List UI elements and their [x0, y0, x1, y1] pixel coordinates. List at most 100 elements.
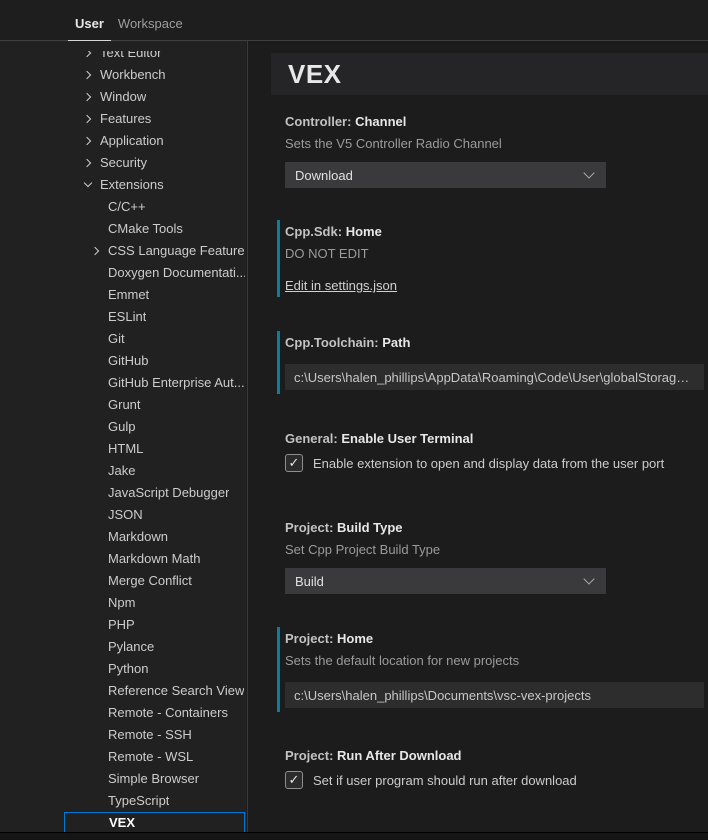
setting-cpp-sdk-home: Cpp.Sdk: Home DO NOT EDIT Edit in settin…	[277, 220, 708, 297]
sidebar-item-security[interactable]: Security	[64, 152, 245, 174]
sidebar-item-window[interactable]: Window	[64, 86, 245, 108]
sidebar-item-remote-containers[interactable]: Remote - Containers	[64, 702, 245, 724]
setting-description: Sets the V5 Controller Radio Channel	[285, 136, 708, 152]
setting-cpp-toolchain-path: Cpp.Toolchain: Path	[277, 331, 708, 394]
sidebar-item-label: Text Editor	[100, 42, 161, 64]
sidebar-item-c-c++[interactable]: C/C++	[64, 196, 245, 218]
sidebar-item-eslint[interactable]: ESLint	[64, 306, 245, 328]
sidebar-item-json[interactable]: JSON	[64, 504, 245, 526]
setting-general-enable-user-terminal: General: Enable User Terminal ✓ Enable e…	[277, 427, 708, 476]
setting-project-build-type: Project: Build Type Set Cpp Project Buil…	[277, 516, 708, 598]
run-after-download-checkbox[interactable]: ✓	[285, 771, 303, 789]
sidebar-item-label: Remote - Containers	[108, 702, 228, 724]
checkbox-row: ✓ Enable extension to open and display d…	[285, 454, 708, 472]
project-home-input[interactable]	[285, 682, 704, 708]
sidebar-item-label: Markdown Math	[108, 548, 200, 570]
setting-description: Set Cpp Project Build Type	[285, 542, 708, 558]
tab-workspace[interactable]: Workspace	[111, 6, 190, 40]
sidebar-item-label: JSON	[108, 504, 143, 526]
sidebar-item-php[interactable]: PHP	[64, 614, 245, 636]
section-heading-bar: VEX	[271, 53, 708, 95]
page-title: VEX	[271, 59, 342, 90]
select-value: Build	[295, 574, 324, 589]
setting-title: Controller: Channel	[285, 114, 708, 130]
setting-project-home: Project: Home Sets the default location …	[277, 627, 708, 712]
sidebar-item-doxygen-documentati[interactable]: Doxygen Documentati...	[64, 262, 245, 284]
sidebar-item-label: Npm	[108, 592, 135, 614]
sidebar-item-label: Remote - SSH	[108, 724, 192, 746]
sidebar-item-label: TypeScript	[108, 790, 169, 812]
chevron-down-icon	[82, 179, 94, 191]
sidebar-item-gulp[interactable]: Gulp	[64, 416, 245, 438]
sidebar-item-label: Remote - WSL	[108, 746, 193, 768]
chevron-down-icon	[584, 575, 596, 587]
sidebar-item-grunt[interactable]: Grunt	[64, 394, 245, 416]
sidebar-item-git[interactable]: Git	[64, 328, 245, 350]
sidebar-item-github-enterprise-aut[interactable]: GitHub Enterprise Aut...	[64, 372, 245, 394]
setting-title: Project: Build Type	[285, 520, 708, 536]
controller-channel-select[interactable]: Download	[285, 162, 606, 188]
settings-sidebar: Text EditorWorkbenchWindowFeaturesApplic…	[0, 41, 246, 834]
sidebar-item-label: CSS Language Features	[108, 240, 245, 262]
enable-user-terminal-checkbox[interactable]: ✓	[285, 454, 303, 472]
sidebar-item-simple-browser[interactable]: Simple Browser	[64, 768, 245, 790]
sidebar-item-pylance[interactable]: Pylance	[64, 636, 245, 658]
sidebar-item-extensions[interactable]: Extensions	[64, 174, 245, 196]
sidebar-item-merge-conflict[interactable]: Merge Conflict	[64, 570, 245, 592]
checkbox-row: ✓ Set if user program should run after d…	[285, 771, 708, 789]
sidebar-item-text-editor[interactable]: Text Editor	[64, 42, 245, 64]
sidebar-item-workbench[interactable]: Workbench	[64, 64, 245, 86]
setting-description: Sets the default location for new projec…	[285, 653, 708, 669]
setting-description: DO NOT EDIT	[285, 246, 708, 262]
sidebar-item-label: Security	[100, 152, 147, 174]
sidebar-item-emmet[interactable]: Emmet	[64, 284, 245, 306]
sidebar-item-label: Gulp	[108, 416, 135, 438]
sidebar-item-label: Jake	[108, 460, 135, 482]
sidebar-item-label: Grunt	[108, 394, 141, 416]
sidebar-item-label: Workbench	[100, 64, 166, 86]
setting-controller-channel: Controller: Channel Sets the V5 Controll…	[277, 110, 708, 192]
sidebar-item-markdown[interactable]: Markdown	[64, 526, 245, 548]
checkbox-label: Enable extension to open and display dat…	[313, 456, 664, 471]
sidebar-item-github[interactable]: GitHub	[64, 350, 245, 372]
tab-user[interactable]: User	[68, 6, 111, 41]
sidebar-item-remote-wsl[interactable]: Remote - WSL	[64, 746, 245, 768]
sidebar-item-label: Extensions	[100, 174, 164, 196]
sidebar-item-python[interactable]: Python	[64, 658, 245, 680]
sidebar-item-features[interactable]: Features	[64, 108, 245, 130]
sidebar-item-npm[interactable]: Npm	[64, 592, 245, 614]
sidebar-item-label: GitHub	[108, 350, 148, 372]
chevron-right-icon	[82, 113, 94, 125]
settings-scope-tabs: User Workspace	[0, 0, 708, 41]
sidebar-item-css-language-features[interactable]: CSS Language Features	[64, 240, 245, 262]
sidebar-item-label: GitHub Enterprise Aut...	[108, 372, 245, 394]
checkbox-label: Set if user program should run after dow…	[313, 773, 577, 788]
sidebar-item-label: Reference Search View	[108, 680, 244, 702]
sidebar-item-label: Emmet	[108, 284, 149, 306]
sidebar-item-jake[interactable]: Jake	[64, 460, 245, 482]
edit-settings-json-link[interactable]: Edit in settings.json	[285, 278, 397, 293]
sidebar-item-application[interactable]: Application	[64, 130, 245, 152]
sidebar-item-label: Window	[100, 86, 146, 108]
sidebar-item-vex[interactable]: VEX	[64, 812, 245, 834]
sidebar-item-label: Merge Conflict	[108, 570, 192, 592]
sidebar-item-label: Application	[100, 130, 164, 152]
sidebar-item-label: VEX	[109, 812, 135, 834]
project-build-type-select[interactable]: Build	[285, 568, 606, 594]
sidebar-item-javascript-debugger[interactable]: JavaScript Debugger	[64, 482, 245, 504]
setting-title: Project: Run After Download	[285, 748, 708, 764]
sidebar-item-remote-ssh[interactable]: Remote - SSH	[64, 724, 245, 746]
chevron-right-icon	[90, 245, 102, 257]
sidebar-item-reference-search-view[interactable]: Reference Search View	[64, 680, 245, 702]
sidebar-item-label: Simple Browser	[108, 768, 199, 790]
sidebar-item-cmake-tools[interactable]: CMake Tools	[64, 218, 245, 240]
sidebar-item-html[interactable]: HTML	[64, 438, 245, 460]
chevron-right-icon	[82, 135, 94, 147]
sidebar-item-typescript[interactable]: TypeScript	[64, 790, 245, 812]
sidebar-item-markdown-math[interactable]: Markdown Math	[64, 548, 245, 570]
cpp-toolchain-path-input[interactable]	[285, 364, 704, 390]
sidebar-item-label: ESLint	[108, 306, 146, 328]
chevron-down-icon	[584, 169, 596, 181]
setting-title: General: Enable User Terminal	[285, 431, 708, 447]
sidebar-item-label: JavaScript Debugger	[108, 482, 229, 504]
